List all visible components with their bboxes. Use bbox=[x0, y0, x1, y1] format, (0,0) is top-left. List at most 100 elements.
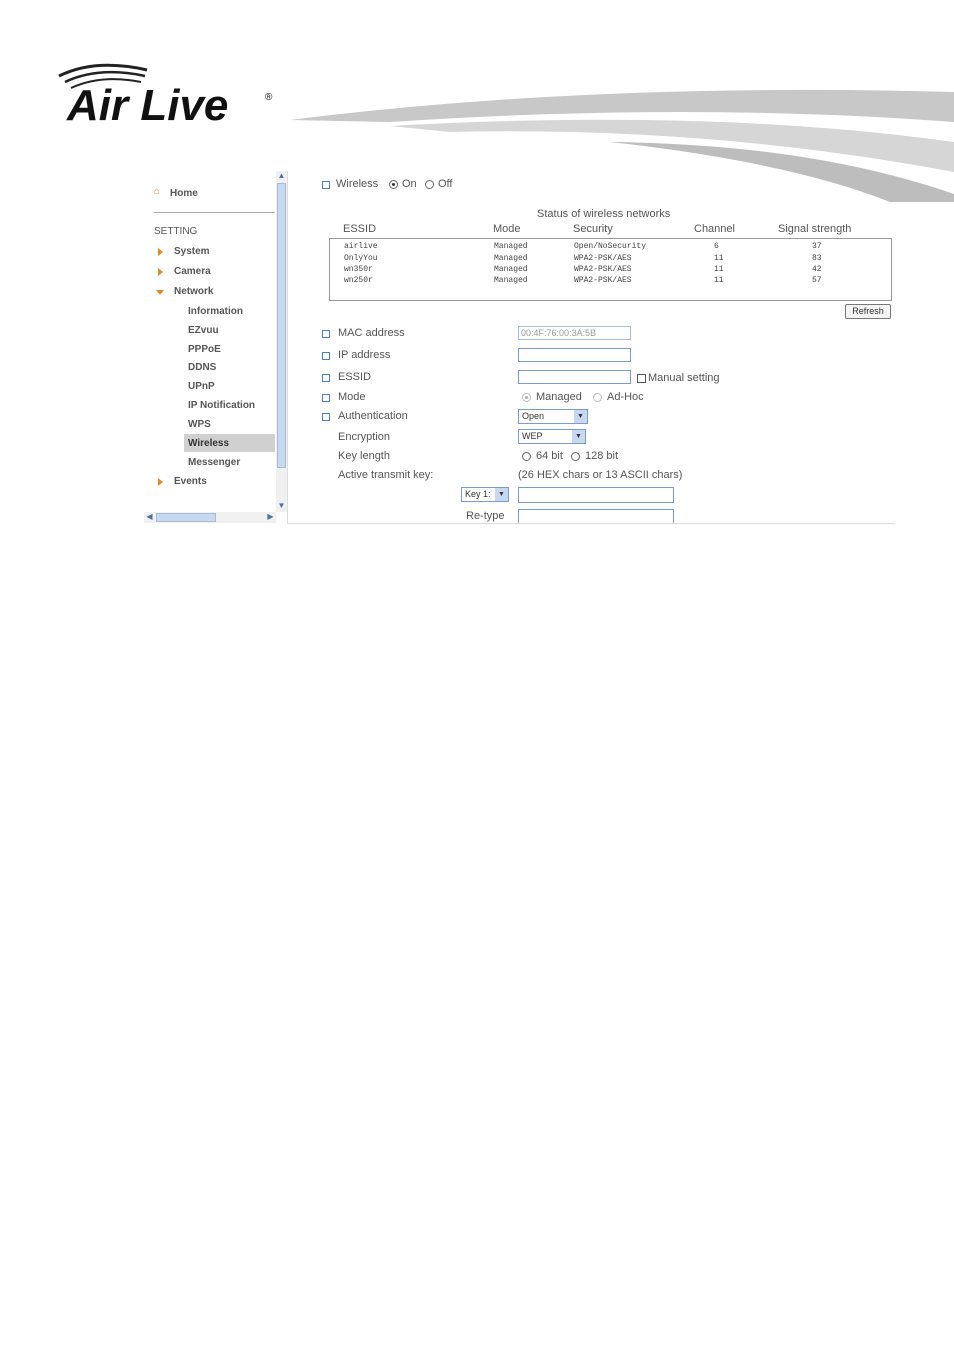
ip-address-field[interactable] bbox=[518, 348, 631, 362]
row-security: Open/NoSecurity bbox=[574, 242, 647, 251]
sidebar-item-system[interactable]: System bbox=[174, 246, 210, 257]
logo-text: Air Live bbox=[66, 81, 228, 130]
sidebar-item-network[interactable]: Network bbox=[174, 286, 213, 297]
airlive-logo: Air Live ® bbox=[58, 63, 273, 130]
mode-adhoc-radio[interactable] bbox=[593, 393, 602, 402]
sidebar-horizontal-scrollbar[interactable]: ◀ ▶ bbox=[144, 512, 276, 523]
key-length-label: Key length bbox=[338, 450, 390, 462]
column-security: Security bbox=[573, 223, 613, 235]
sidebar-sub-messenger[interactable]: Messenger bbox=[188, 457, 240, 468]
wireless-off-label: Off bbox=[438, 178, 453, 190]
refresh-button[interactable]: Refresh bbox=[845, 304, 891, 319]
sidebar-sub-information[interactable]: Information bbox=[188, 306, 243, 317]
wireless-on-radio[interactable] bbox=[389, 180, 398, 189]
encryption-label: Encryption bbox=[338, 431, 390, 443]
mac-address-label: MAC address bbox=[338, 327, 405, 339]
bullet-icon bbox=[322, 352, 330, 360]
scroll-down-icon[interactable]: ▼ bbox=[276, 501, 287, 512]
authentication-value: Open bbox=[522, 411, 545, 421]
row-essid: wn250r bbox=[344, 276, 373, 285]
key-index-value: Key 1: bbox=[465, 489, 491, 499]
sidebar-item-camera[interactable]: Camera bbox=[174, 266, 211, 277]
column-essid: ESSID bbox=[343, 223, 377, 235]
bullet-icon bbox=[322, 330, 330, 338]
row-channel: 11 bbox=[714, 276, 724, 285]
scroll-up-icon[interactable]: ▲ bbox=[276, 171, 287, 182]
vertical-scroll-thumb[interactable] bbox=[277, 183, 286, 468]
encryption-value: WEP bbox=[522, 431, 543, 441]
wireless-label: Wireless bbox=[336, 178, 379, 190]
chevron-down-icon bbox=[156, 290, 164, 295]
key-length-64-label: 64 bit bbox=[536, 450, 563, 462]
scroll-left-icon[interactable]: ◀ bbox=[144, 512, 155, 523]
scroll-right-icon[interactable]: ▶ bbox=[265, 512, 276, 523]
chevron-right-icon bbox=[158, 248, 163, 256]
essid-field[interactable] bbox=[518, 370, 631, 384]
row-mode: Managed bbox=[494, 242, 528, 251]
ip-address-label: IP address bbox=[338, 349, 391, 361]
authentication-select[interactable]: Open ▼ bbox=[518, 409, 588, 424]
chevron-right-icon bbox=[158, 268, 163, 276]
wireless-on-label: On bbox=[402, 178, 417, 190]
sidebar-sub-upnp[interactable]: UPnP bbox=[188, 381, 215, 392]
row-mode: Managed bbox=[494, 265, 528, 274]
sidebar-sub-ezvuu[interactable]: EZvuu bbox=[188, 325, 219, 336]
mode-managed-radio[interactable] bbox=[522, 393, 531, 402]
row-signal: 37 bbox=[812, 242, 822, 251]
mode-adhoc-label: Ad-Hoc bbox=[607, 391, 644, 403]
row-signal: 57 bbox=[812, 276, 822, 285]
row-signal: 42 bbox=[812, 265, 822, 274]
chevron-down-icon[interactable]: ▼ bbox=[574, 410, 587, 423]
sidebar-divider bbox=[154, 212, 275, 213]
manual-setting-checkbox[interactable] bbox=[637, 374, 646, 383]
sidebar-sub-wps[interactable]: WPS bbox=[188, 419, 211, 430]
row-mode: Managed bbox=[494, 254, 528, 263]
sidebar: ⌂ Home SETTING System Camera Network Inf… bbox=[144, 171, 288, 523]
sidebar-item-events[interactable]: Events bbox=[174, 476, 207, 487]
row-essid: airlive bbox=[344, 242, 378, 251]
content-bottom-border bbox=[287, 523, 895, 524]
row-channel: 11 bbox=[714, 265, 724, 274]
chevron-down-icon[interactable]: ▼ bbox=[572, 430, 585, 443]
networks-list[interactable]: airlive Managed Open/NoSecurity 6 37 Onl… bbox=[329, 238, 892, 301]
row-channel: 6 bbox=[714, 242, 719, 251]
sidebar-home[interactable]: Home bbox=[170, 188, 198, 199]
sidebar-sub-ip-notification[interactable]: IP Notification bbox=[188, 400, 255, 411]
sidebar-vertical-scrollbar[interactable]: ▲ ▼ bbox=[276, 171, 287, 512]
bullet-icon bbox=[322, 181, 330, 189]
column-channel: Channel bbox=[694, 223, 735, 235]
key-index-select[interactable]: Key 1: ▼ bbox=[461, 487, 509, 502]
horizontal-scroll-thumb[interactable] bbox=[156, 513, 216, 522]
wep-key-field[interactable] bbox=[518, 487, 674, 503]
home-icon[interactable]: ⌂ bbox=[154, 186, 160, 197]
sidebar-sub-ddns[interactable]: DDNS bbox=[188, 362, 216, 373]
chevron-right-icon bbox=[158, 478, 163, 486]
wep-key-retype-field[interactable] bbox=[518, 509, 674, 524]
wireless-off-radio[interactable] bbox=[425, 180, 434, 189]
key-hint: (26 HEX chars or 13 ASCII chars) bbox=[518, 469, 683, 481]
sidebar-sub-wireless[interactable]: Wireless bbox=[188, 438, 229, 449]
row-mode: Managed bbox=[494, 276, 528, 285]
manual-setting-label: Manual setting bbox=[648, 372, 720, 384]
active-key-label: Active transmit key: bbox=[338, 469, 434, 481]
row-essid: OnlyYou bbox=[344, 254, 378, 263]
networks-title: Status of wireless networks bbox=[537, 208, 671, 220]
bullet-icon bbox=[322, 394, 330, 402]
row-essid: wn350r bbox=[344, 265, 373, 274]
registered-mark: ® bbox=[265, 92, 273, 103]
row-signal: 83 bbox=[812, 254, 822, 263]
chevron-down-icon[interactable]: ▼ bbox=[495, 488, 508, 501]
bullet-icon bbox=[322, 374, 330, 382]
sidebar-sub-pppoe[interactable]: PPPoE bbox=[188, 344, 221, 355]
essid-label: ESSID bbox=[338, 371, 372, 383]
mode-label: Mode bbox=[338, 391, 366, 403]
row-security: WPA2-PSK/AES bbox=[574, 254, 632, 263]
key-length-128-radio[interactable] bbox=[571, 452, 580, 461]
row-security: WPA2-PSK/AES bbox=[574, 265, 632, 274]
column-mode: Mode bbox=[493, 223, 521, 235]
key-length-128-label: 128 bit bbox=[585, 450, 619, 462]
encryption-select[interactable]: WEP ▼ bbox=[518, 429, 586, 444]
mode-managed-label: Managed bbox=[536, 391, 582, 403]
key-length-64-radio[interactable] bbox=[522, 452, 531, 461]
row-security: WPA2-PSK/AES bbox=[574, 276, 632, 285]
